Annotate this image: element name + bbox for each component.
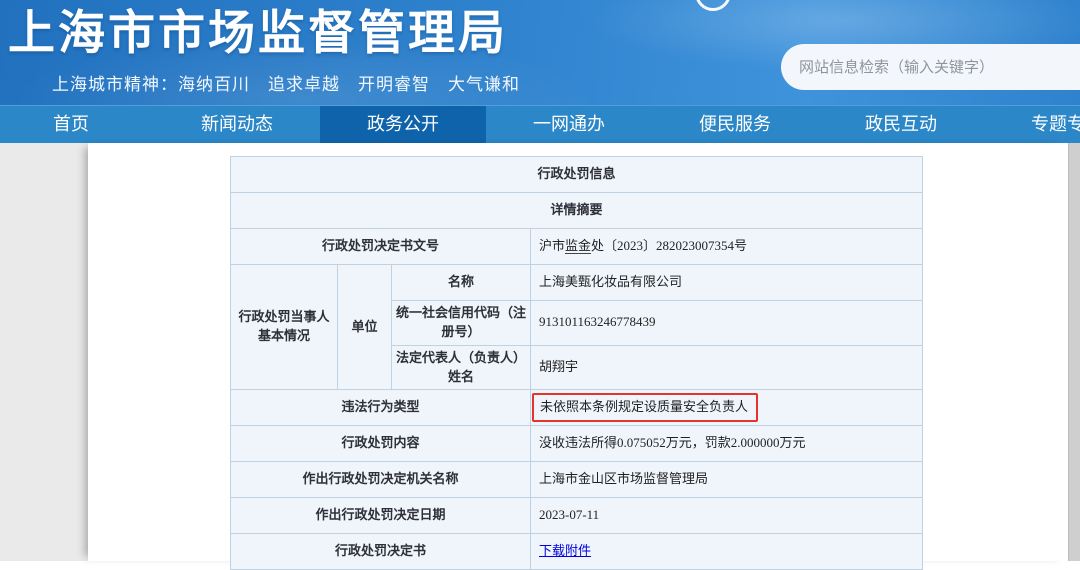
decision-date-label: 作出行政处罚决定日期 (231, 498, 531, 534)
legal-representative-label: 法定代表人（负责人）姓名 (392, 345, 531, 390)
nav-items: 首页 新闻动态 政务公开 一网通办 便民服务 政民互动 专题专栏 (0, 106, 1080, 143)
table-title: 行政处罚信息 (231, 157, 923, 193)
site-header: 上海市市场监督管理局 上海城市精神：海纳百川 追求卓越 开明睿智 大气谦和 (0, 0, 1080, 105)
party-group-label: 行政处罚当事人基本情况 (231, 265, 338, 390)
nav-tab-public-service[interactable]: 便民服务 (652, 106, 818, 143)
download-attachment-link[interactable]: 下载附件 (539, 543, 591, 558)
nav-tab-news[interactable]: 新闻动态 (154, 106, 320, 143)
table-row: 作出行政处罚决定日期 2023-07-11 (231, 498, 923, 534)
site-search-input[interactable] (781, 44, 1080, 90)
site-title: 上海市市场监督管理局 (8, 0, 508, 63)
table-row: 作出行政处罚决定机关名称 上海市金山区市场监督管理局 (231, 462, 923, 498)
doc-number-prefix: 沪市 (539, 238, 565, 253)
penalty-content-value: 没收违法所得0.075052万元，罚款2.000000万元 (531, 426, 923, 462)
company-name-value: 上海美甄化妆品有限公司 (531, 265, 923, 301)
table-subtitle: 详情摘要 (231, 193, 923, 229)
table-row: 行政处罚信息 (231, 157, 923, 193)
doc-number-underlined: 监金 (565, 238, 591, 254)
table-row: 行政处罚决定书 下载附件 (231, 534, 923, 570)
scrollbar-track[interactable] (1068, 143, 1080, 561)
company-name-label: 名称 (392, 265, 531, 301)
decision-document-value: 下载附件 (531, 534, 923, 570)
decorative-circle-icon (695, 0, 731, 11)
table-row: 行政处罚当事人基本情况 单位 名称 上海美甄化妆品有限公司 (231, 265, 923, 301)
table-row: 行政处罚内容 没收违法所得0.075052万元，罚款2.000000万元 (231, 426, 923, 462)
nav-tab-one-stop-service[interactable]: 一网通办 (486, 106, 652, 143)
violation-type-value: 未依照本条例规定设质量安全负责人 (531, 390, 923, 426)
nav-tab-public-interaction[interactable]: 政民互动 (818, 106, 984, 143)
doc-number-value: 沪市监金处〔2023〕282023007354号 (531, 229, 923, 265)
credit-code-label: 统一社会信用代码（注册号） (392, 301, 531, 346)
violation-type-label: 违法行为类型 (231, 390, 531, 426)
page-left-gutter (0, 143, 88, 561)
doc-number-label: 行政处罚决定书文号 (231, 229, 531, 265)
doc-number-suffix: 处〔2023〕282023007354号 (591, 238, 747, 253)
nav-tab-home[interactable]: 首页 (0, 106, 154, 143)
deciding-authority-value: 上海市金山区市场监督管理局 (531, 462, 923, 498)
red-annotation-box: 未依照本条例规定设质量安全负责人 (532, 393, 758, 422)
deciding-authority-label: 作出行政处罚决定机关名称 (231, 462, 531, 498)
table-row: 行政处罚决定书文号 沪市监金处〔2023〕282023007354号 (231, 229, 923, 265)
table-row: 详情摘要 (231, 193, 923, 229)
table-row: 违法行为类型 未依照本条例规定设质量安全负责人 (231, 390, 923, 426)
decision-document-label: 行政处罚决定书 (231, 534, 531, 570)
legal-representative-value: 胡翔宇 (531, 345, 923, 390)
penalty-content-label: 行政处罚内容 (231, 426, 531, 462)
main-navigation: 首页 新闻动态 政务公开 一网通办 便民服务 政民互动 专题专栏 (0, 105, 1080, 143)
city-spirit-tagline: 上海城市精神：海纳百川 追求卓越 开明睿智 大气谦和 (52, 70, 520, 95)
credit-code-value: 913101163246778439 (531, 301, 923, 346)
nav-tab-government-affairs[interactable]: 政务公开 (320, 106, 486, 143)
party-type-label: 单位 (338, 265, 392, 390)
penalty-info-table: 行政处罚信息 详情摘要 行政处罚决定书文号 沪市监金处〔2023〕2820230… (230, 156, 923, 570)
decision-date-value: 2023-07-11 (531, 498, 923, 534)
nav-tab-special-topics[interactable]: 专题专栏 (984, 106, 1080, 143)
